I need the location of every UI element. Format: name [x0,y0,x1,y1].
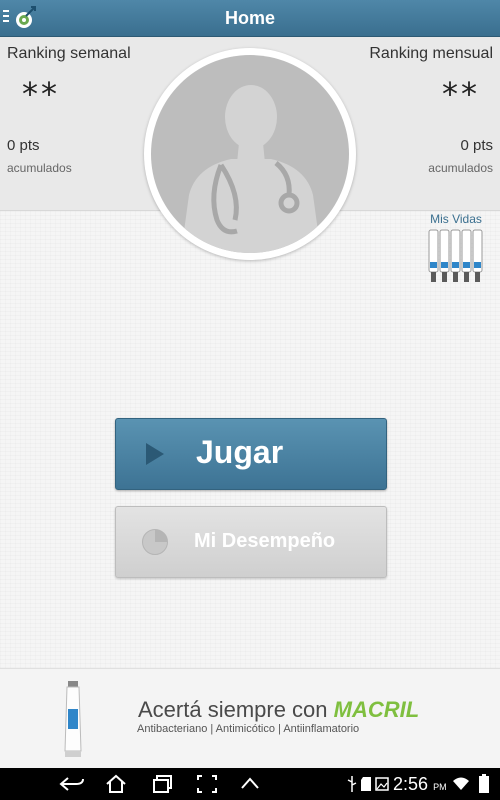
ad-subtitle: Antibacteriano | Antimicótico | Antiinfl… [137,723,360,735]
monthly-ranking-value: ** [442,75,480,113]
pie-chart-icon [142,529,168,555]
performance-button-label: Mi Desempeño [194,530,336,552]
ointment-tube-icon [64,681,82,757]
battery-icon [479,774,489,793]
usb-icon [347,776,357,792]
avatar[interactable] [144,48,356,260]
play-icon [146,443,164,465]
lives-label: Mis Vidas [430,212,482,226]
clock-time: 2:56 [393,774,429,794]
ad-tagline: Acertá siempre con MACRIL [138,697,419,723]
weekly-ranking-value: ** [22,75,60,113]
sd-icon [361,777,371,791]
clock: 2:56 PM [393,774,447,795]
performance-button[interactable]: Mi Desempeño [115,506,387,578]
ad-tagline-text: Acertá siempre con [138,697,328,722]
lives-tubes-icon [428,229,483,282]
play-button[interactable]: Jugar [115,418,387,490]
wifi-icon [453,777,469,790]
menu-up-icon[interactable] [240,776,260,790]
page-title: Home [224,8,275,28]
recents-icon[interactable] [152,774,174,794]
clock-ampm: PM [433,782,447,792]
monthly-points-caption: acumulados [428,161,493,175]
monthly-ranking-title: Ranking mensual [369,45,493,62]
app-bar: Home [0,0,500,37]
weekly-ranking-title: Ranking semanal [7,45,131,62]
system-bar: 2:56 PM [0,768,500,800]
lives-indicator: Mis Vidas [426,212,486,289]
back-icon[interactable] [58,776,86,792]
doctor-silhouette-icon [181,85,321,253]
image-icon [375,777,389,791]
weekly-points-caption: acumulados [7,161,72,175]
ad-banner[interactable]: Acertá siempre con MACRIL Antibacteriano… [0,668,500,769]
monthly-points: 0 pts [460,137,493,154]
play-button-label: Jugar [196,434,284,470]
screenshot-icon[interactable] [196,774,218,794]
weekly-points: 0 pts [7,137,40,154]
ad-brand: MACRIL [333,697,420,722]
home-icon[interactable] [104,774,128,794]
